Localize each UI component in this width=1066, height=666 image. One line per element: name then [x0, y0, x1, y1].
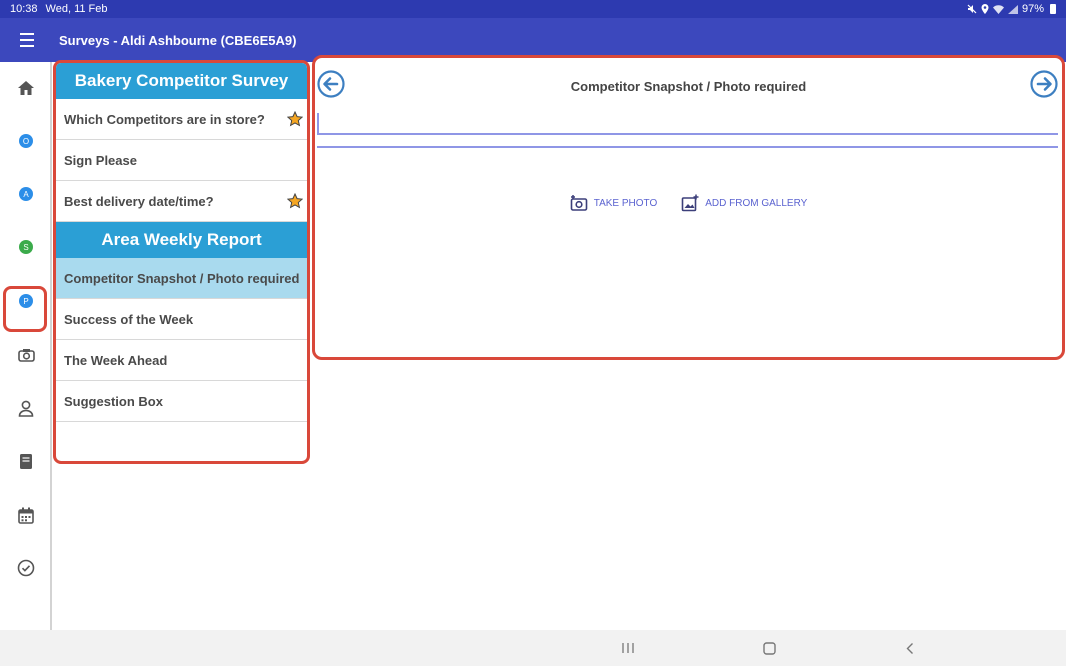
battery-level: 97% — [1021, 3, 1044, 15]
rail-item-s[interactable]: S — [0, 227, 52, 267]
home-button[interactable] — [761, 640, 777, 656]
survey-list-panel: Bakery Competitor Survey Which Competito… — [53, 60, 310, 464]
rail-profile[interactable] — [0, 388, 52, 428]
location-icon — [981, 4, 989, 14]
battery-icon — [1050, 4, 1056, 14]
rail-item-a[interactable]: A — [0, 174, 52, 214]
status-bar: 10:38 Wed, 11 Feb 97% — [0, 0, 1066, 18]
badge-s-icon: S — [19, 240, 33, 254]
status-icons: 97% — [967, 3, 1056, 15]
list-item[interactable]: Suggestion Box — [56, 381, 307, 422]
list-item[interactable]: Which Competitors are in store? — [56, 99, 307, 140]
rail-tasks[interactable] — [0, 548, 52, 588]
camera-icon — [17, 349, 35, 362]
question-panel: Competitor Snapshot / Photo required TAK… — [312, 55, 1065, 360]
list-item-active[interactable]: Competitor Snapshot / Photo required — [56, 258, 307, 299]
menu-button[interactable] — [0, 18, 54, 62]
mute-icon — [967, 4, 977, 14]
menu-icon — [20, 31, 34, 49]
list-item[interactable]: Sign Please — [56, 140, 307, 181]
rail-selection-highlight — [3, 286, 47, 332]
rail-calendar[interactable] — [0, 495, 52, 535]
system-nav-bar — [0, 630, 1066, 666]
add-from-gallery-button[interactable]: ADD FROM GALLERY — [681, 194, 807, 212]
section-header-bakery: Bakery Competitor Survey — [56, 63, 307, 99]
chevron-left-icon — [906, 642, 913, 654]
wifi-icon — [992, 4, 1004, 14]
take-photo-button[interactable]: TAKE PHOTO — [570, 194, 658, 212]
rail-book[interactable] — [0, 441, 52, 481]
badge-a-icon: A — [19, 187, 33, 201]
nav-rail: O A S P — [0, 62, 52, 630]
rail-item-o[interactable]: O — [0, 121, 52, 161]
check-circle-icon — [17, 559, 35, 577]
home-icon — [18, 81, 34, 95]
list-item-label: Best delivery date/time? — [64, 193, 214, 209]
recents-icon — [622, 643, 634, 653]
recents-button[interactable] — [620, 640, 636, 656]
add-camera-icon — [570, 195, 588, 211]
calendar-icon — [18, 507, 34, 524]
back-button[interactable] — [902, 640, 918, 656]
take-photo-label: TAKE PHOTO — [593, 197, 658, 209]
book-icon — [20, 453, 32, 469]
list-item-label: Competitor Snapshot / Photo required — [64, 270, 300, 286]
app-title: Surveys - Aldi Ashbourne (CBE6E5A9) — [59, 32, 297, 48]
signal-icon — [1007, 4, 1018, 14]
list-item[interactable]: The Week Ahead — [56, 340, 307, 381]
rail-camera[interactable] — [0, 335, 52, 375]
list-item-label: Sign Please — [64, 152, 137, 168]
star-icon — [287, 193, 303, 209]
add-image-icon — [681, 194, 699, 212]
divider — [317, 146, 1058, 148]
list-item-label: The Week Ahead — [64, 352, 168, 368]
list-item-label: Suggestion Box — [64, 393, 163, 409]
rail-home[interactable] — [0, 68, 52, 108]
list-item-label: Success of the Week — [64, 311, 194, 327]
badge-o-icon: O — [19, 134, 33, 148]
list-item[interactable]: Best delivery date/time? — [56, 181, 307, 222]
home-square-icon — [762, 641, 776, 655]
section-header-area-weekly: Area Weekly Report — [56, 222, 307, 258]
status-date: Wed, 11 Feb — [45, 3, 108, 15]
list-item-label: Which Competitors are in store? — [64, 111, 265, 127]
photo-actions: TAKE PHOTO ADD FROM GALLERY — [315, 194, 1062, 212]
add-from-gallery-label: ADD FROM GALLERY — [705, 197, 808, 209]
list-item[interactable]: Success of the Week — [56, 299, 307, 340]
status-time: 10:38 — [10, 3, 38, 15]
star-icon — [287, 111, 303, 127]
next-question-button[interactable] — [1030, 70, 1058, 98]
question-title: Competitor Snapshot / Photo required — [570, 79, 807, 94]
person-icon — [18, 400, 34, 417]
answer-input[interactable] — [317, 113, 1058, 135]
